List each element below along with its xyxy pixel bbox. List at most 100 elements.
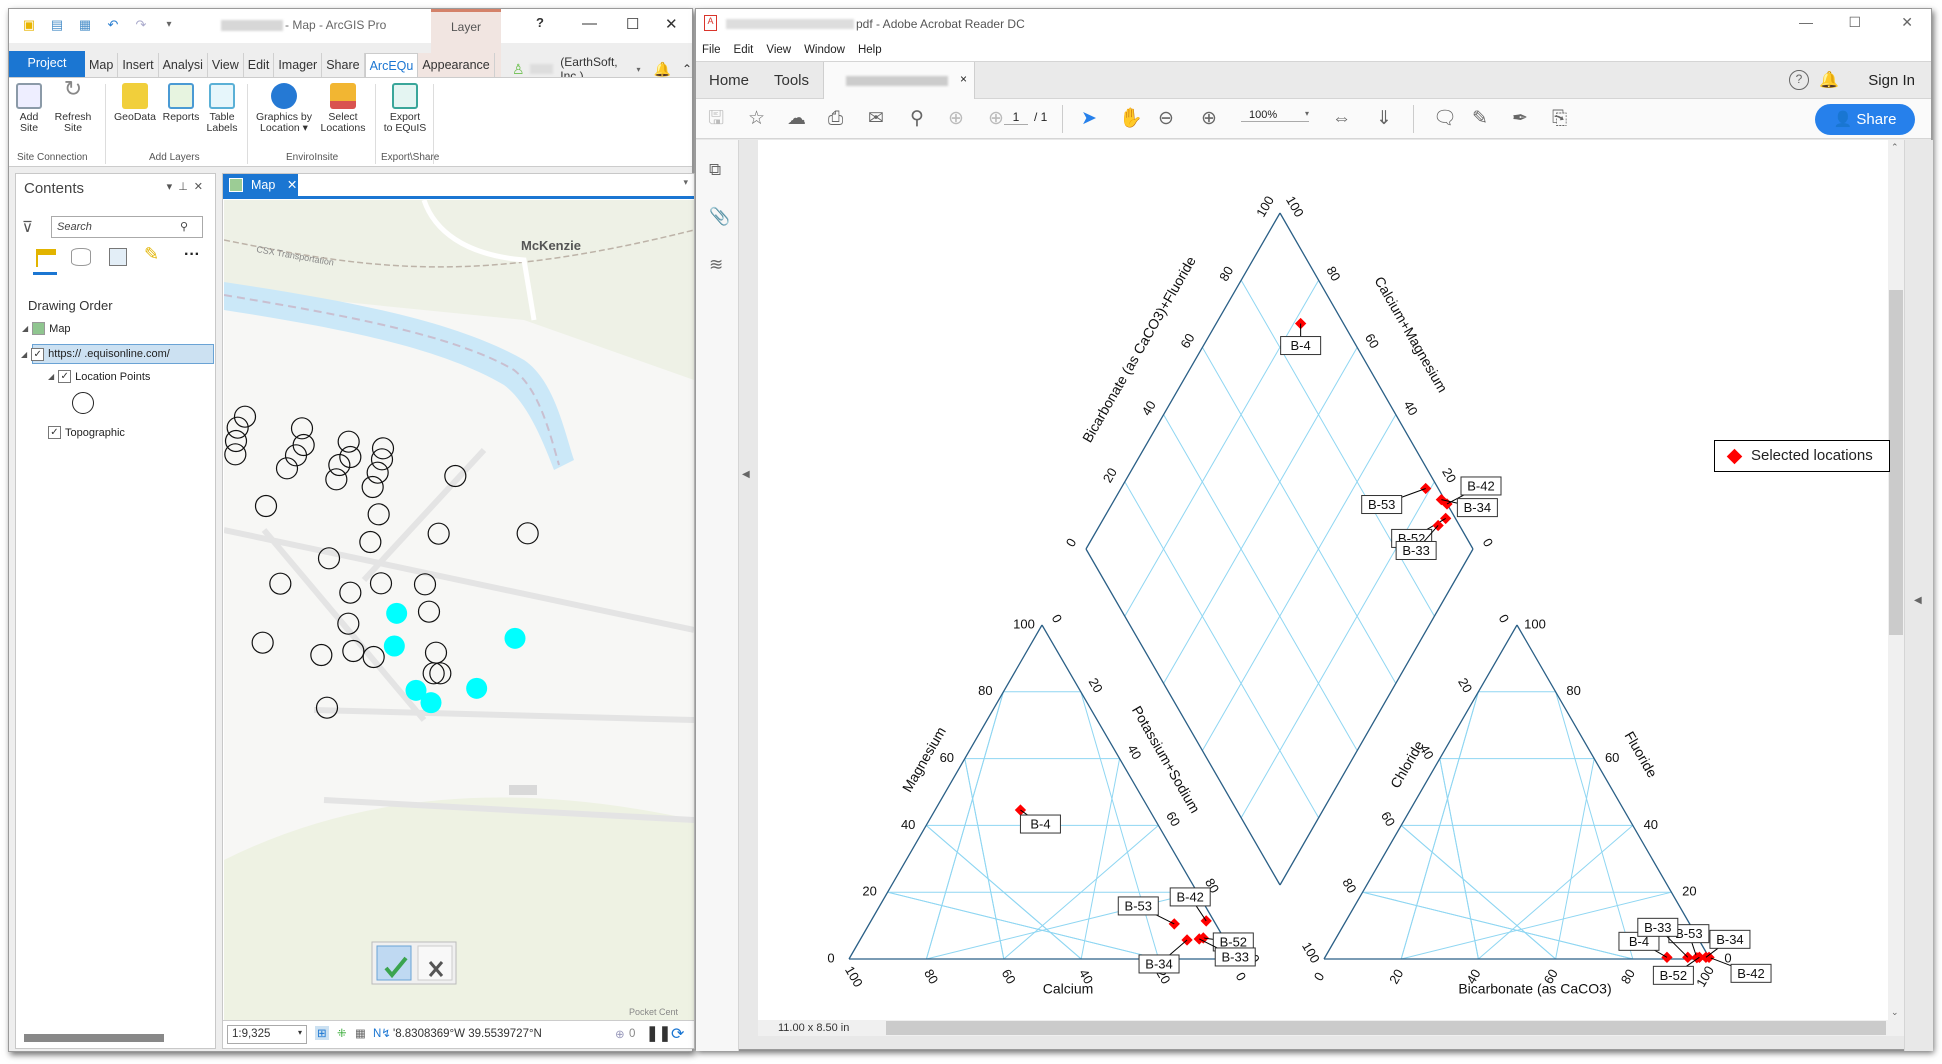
contents-horizontal-scrollbar[interactable] bbox=[24, 1034, 164, 1042]
tab-appearance[interactable]: Appearance bbox=[418, 53, 495, 77]
scroll-thumb[interactable] bbox=[1889, 290, 1903, 635]
bookmark-star-icon[interactable]: ☆ bbox=[748, 108, 765, 130]
tab-tools[interactable]: Tools bbox=[774, 72, 809, 89]
selected-location-point[interactable] bbox=[383, 635, 405, 657]
close-button[interactable]: ✕ bbox=[1901, 14, 1913, 31]
help-icon[interactable]: ? bbox=[1789, 70, 1809, 90]
help-button[interactable]: ? bbox=[536, 15, 544, 30]
page-number-input[interactable]: 1 bbox=[1004, 110, 1028, 125]
undo-icon[interactable]: ↶ bbox=[105, 17, 121, 33]
filter-icon[interactable]: ⊽ bbox=[22, 218, 33, 236]
open-project-icon[interactable]: ▤ bbox=[49, 17, 65, 33]
editing-icon[interactable]: ✎ bbox=[144, 244, 159, 265]
selected-location-point[interactable] bbox=[504, 627, 526, 649]
hand-tool-icon[interactable]: ✋ bbox=[1119, 108, 1143, 130]
graphics-by-location-button[interactable]: Graphics by Location ▾ bbox=[255, 83, 313, 134]
tab-share[interactable]: Share bbox=[322, 53, 365, 77]
close-button[interactable]: ✕ bbox=[665, 15, 678, 33]
tree-item-topographic[interactable]: ✓ Topographic bbox=[48, 426, 125, 439]
search-icon[interactable]: ⚲ bbox=[910, 108, 924, 130]
tab-project[interactable]: Project bbox=[9, 51, 85, 77]
geodata-button[interactable]: GeoData bbox=[112, 83, 158, 123]
scroll-mode-icon[interactable]: ⇓ bbox=[1376, 108, 1392, 130]
menu-help[interactable]: Help bbox=[858, 44, 882, 56]
highlight-icon[interactable]: ✎ bbox=[1472, 108, 1488, 130]
tab-imagery[interactable]: Imager bbox=[274, 53, 323, 77]
print-icon[interactable]: ⎙ bbox=[828, 108, 843, 130]
upload-cloud-icon[interactable]: ☁ bbox=[787, 108, 806, 130]
menu-file[interactable]: File bbox=[702, 44, 721, 56]
grid-snap-icon[interactable]: ⁜ bbox=[337, 1026, 347, 1040]
previous-page-icon[interactable]: ⊕ bbox=[948, 108, 964, 130]
maximize-button[interactable]: ☐ bbox=[1848, 14, 1861, 31]
comment-icon[interactable]: 🗨 bbox=[1433, 108, 1457, 130]
share-button[interactable]: 👤 Share bbox=[1815, 104, 1915, 135]
tab-dropdown-icon[interactable]: ▾ bbox=[683, 177, 688, 188]
grid-icon[interactable]: ▦ bbox=[355, 1026, 366, 1040]
scale-selector[interactable]: 1:9,325 ▾ bbox=[227, 1025, 307, 1044]
zoom-out-icon[interactable]: ⊖ bbox=[1158, 108, 1174, 130]
redo-icon[interactable]: ↷ bbox=[133, 17, 149, 33]
contents-search-input[interactable]: Search ⚲ bbox=[51, 216, 203, 238]
tab-edit[interactable]: Edit bbox=[244, 53, 275, 77]
tab-insert[interactable]: Insert bbox=[118, 53, 159, 77]
close-tab-icon[interactable]: ✕ bbox=[287, 178, 297, 192]
menu-window[interactable]: Window bbox=[804, 44, 845, 56]
tab-document[interactable]: × bbox=[823, 62, 975, 100]
horizontal-scrollbar[interactable] bbox=[758, 1020, 1904, 1036]
minimize-button[interactable]: — bbox=[582, 15, 597, 32]
layer-checkbox[interactable]: ✓ bbox=[31, 347, 45, 361]
edit-pdf-icon[interactable]: ⎘ bbox=[1552, 108, 1567, 130]
refresh-site-button[interactable]: ↻ Refresh Site bbox=[54, 78, 92, 134]
selection-icon[interactable] bbox=[109, 248, 127, 266]
collapse-ribbon-icon[interactable]: ⌃ bbox=[682, 62, 692, 76]
new-project-icon[interactable]: ▣ bbox=[21, 17, 37, 33]
customize-qat-icon[interactable]: ▾ bbox=[161, 17, 177, 33]
zoom-in-icon[interactable]: ⊕ bbox=[1201, 108, 1217, 130]
map-canvas[interactable]: McKenzie CSX Transportation Pocket Cent bbox=[224, 200, 694, 1022]
notification-bell-icon[interactable]: 🔔 bbox=[1819, 70, 1839, 90]
tree-item-service-layer[interactable]: ◢ ✓ https:// .equisonline.com/ bbox=[21, 344, 214, 364]
minimize-button[interactable]: — bbox=[1799, 14, 1813, 30]
save-icon[interactable]: 🖫 bbox=[708, 108, 724, 130]
tree-item-map[interactable]: ◢ Map bbox=[22, 322, 71, 335]
zoom-level-select[interactable]: 100% ▾ bbox=[1241, 109, 1309, 122]
maximize-button[interactable]: ☐ bbox=[626, 15, 639, 33]
point-symbol-icon[interactable] bbox=[72, 392, 94, 414]
menu-view[interactable]: View bbox=[766, 44, 791, 56]
layers-icon[interactable]: ≋ bbox=[709, 255, 723, 275]
layer-checkbox[interactable]: ✓ bbox=[48, 426, 61, 439]
sign-icon[interactable]: ✒ bbox=[1512, 108, 1528, 130]
tree-item-location-points[interactable]: ◢ ✓ Location Points bbox=[48, 370, 150, 383]
table-labels-button[interactable]: Table Labels bbox=[205, 83, 239, 134]
more-options-icon[interactable]: ··· bbox=[184, 246, 200, 264]
page-thumbnails-icon[interactable]: ⧉ bbox=[709, 160, 721, 180]
menu-edit[interactable]: Edit bbox=[734, 44, 754, 56]
notification-bell-icon[interactable]: 🔔 bbox=[654, 61, 671, 78]
selected-location-point[interactable] bbox=[420, 692, 442, 714]
vertical-scrollbar[interactable]: ⌃ ⌄ bbox=[1888, 140, 1904, 1020]
layer-checkbox[interactable]: ✓ bbox=[58, 370, 72, 383]
sign-in-button[interactable]: Sign In bbox=[1868, 72, 1915, 89]
tab-arcequis[interactable]: ArcEQu bbox=[364, 53, 419, 77]
pause-drawing-button[interactable]: ❚❚ bbox=[646, 1024, 671, 1042]
tab-home[interactable]: Home bbox=[709, 72, 749, 89]
expand-right-panel-icon[interactable]: ◀ bbox=[1914, 595, 1922, 606]
tab-map-view[interactable]: Map ✕ bbox=[223, 174, 298, 196]
page-fit-icon[interactable]: ⇔ bbox=[1332, 108, 1351, 130]
snapping-icon[interactable]: ⊞ bbox=[315, 1026, 329, 1040]
selected-location-point[interactable] bbox=[386, 602, 408, 624]
data-source-icon[interactable] bbox=[71, 248, 91, 266]
tab-analysis[interactable]: Analysi bbox=[159, 53, 208, 77]
refresh-map-button[interactable]: ⟳ bbox=[671, 1024, 684, 1044]
select-locations-button[interactable]: Select Locations bbox=[318, 83, 368, 134]
attachments-icon[interactable]: 📎 bbox=[709, 207, 730, 227]
close-tab-icon[interactable]: × bbox=[960, 72, 967, 86]
cancel-sketch-button[interactable] bbox=[417, 945, 453, 981]
expand-left-panel-icon[interactable]: ◀ bbox=[742, 469, 750, 480]
drawing-order-icon[interactable] bbox=[36, 249, 56, 267]
reports-button[interactable]: Reports bbox=[161, 83, 201, 123]
north-arrow-icon[interactable]: N↯ bbox=[373, 1026, 391, 1040]
h-scroll-thumb[interactable] bbox=[886, 1021, 1886, 1035]
selected-location-point[interactable] bbox=[466, 677, 488, 699]
